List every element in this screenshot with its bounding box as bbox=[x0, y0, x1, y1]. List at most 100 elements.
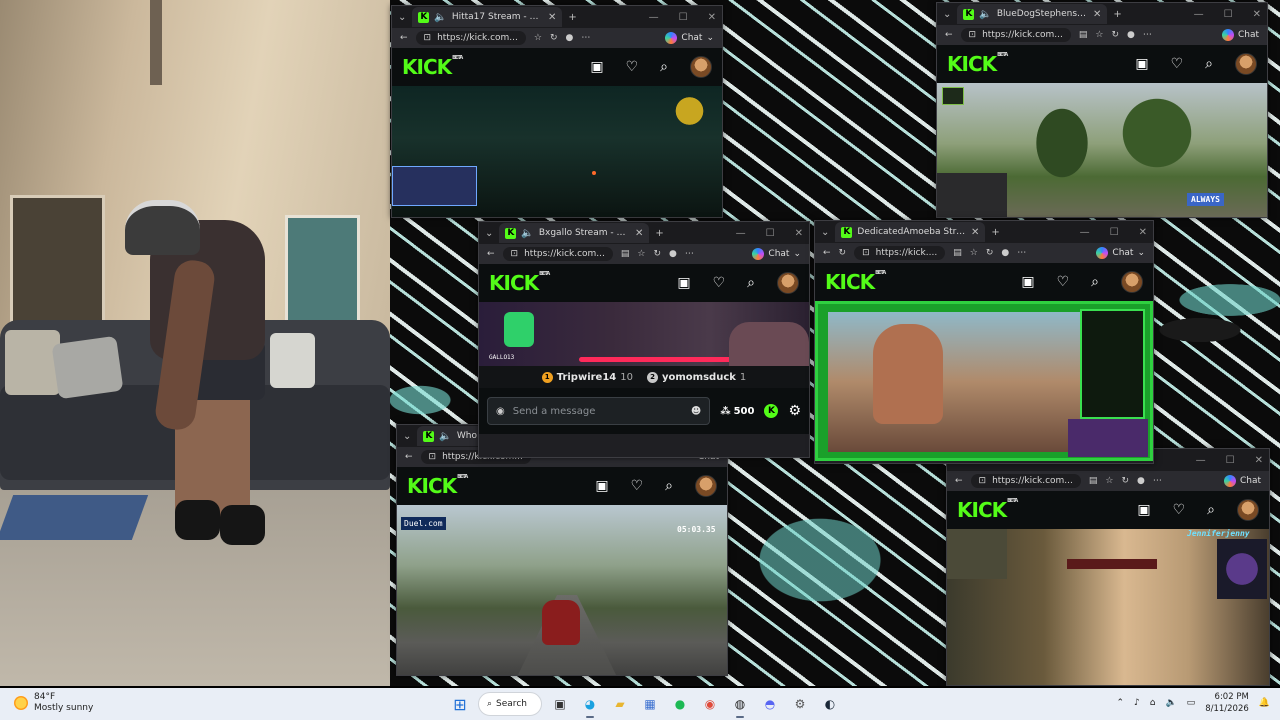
emoji-icon[interactable]: ☻ bbox=[691, 406, 701, 417]
refresh-icon[interactable]: ↻ bbox=[654, 249, 662, 259]
weather-widget[interactable]: 84°F Mostly sunny bbox=[14, 692, 93, 714]
steam-icon[interactable]: ◐ bbox=[818, 692, 842, 716]
copilot-chat-button[interactable]: Chat bbox=[1223, 475, 1261, 487]
speaker-icon[interactable]: 🔈 bbox=[434, 12, 446, 23]
tab-dedicatedamoeba[interactable]: K DedicatedAmoeba Stream - W ✕ bbox=[835, 222, 986, 242]
clock[interactable]: 6:02 PM 8/11/2026 bbox=[1205, 691, 1249, 715]
profile-icon[interactable]: ● bbox=[669, 249, 677, 259]
stream-video[interactable]: GALLO13 bbox=[479, 302, 809, 366]
close-window-icon[interactable]: ✕ bbox=[1253, 9, 1261, 20]
browser-window-bluedogstephens[interactable]: ⌄ K 🔈 BlueDogStephens Stream - W ✕ + — ☐ ✕… bbox=[936, 2, 1268, 218]
profile-icon[interactable]: ● bbox=[1127, 30, 1135, 40]
tab-list-icon[interactable]: ⌄ bbox=[943, 9, 951, 20]
speaker-icon[interactable]: 🔈 bbox=[521, 228, 533, 239]
stream-video[interactable]: ALWAYS bbox=[937, 83, 1267, 217]
browse-icon[interactable]: ▣ bbox=[1021, 274, 1034, 290]
file-explorer-icon[interactable]: ▰ bbox=[608, 692, 632, 716]
edge-icon[interactable]: ◕ bbox=[578, 692, 602, 718]
chevron-down-icon[interactable]: ⌄ bbox=[793, 249, 801, 259]
close-window-icon[interactable]: ✕ bbox=[1139, 227, 1147, 238]
new-tab-icon[interactable]: + bbox=[991, 227, 999, 238]
new-tab-icon[interactable]: + bbox=[655, 228, 663, 239]
more-icon[interactable]: ⋯ bbox=[581, 33, 590, 43]
heart-icon[interactable]: ♡ bbox=[1173, 502, 1186, 518]
stream-video[interactable] bbox=[392, 86, 722, 217]
chat-message-input[interactable]: ◉ Send a message ☻ bbox=[487, 397, 711, 425]
address-bar[interactable]: ⊡ https://kick.... bbox=[854, 246, 946, 260]
reading-view-icon[interactable]: ▤ bbox=[953, 248, 962, 258]
network-icon[interactable]: ⌂ bbox=[1150, 698, 1156, 708]
windows-start-icon[interactable]: ⊞ bbox=[448, 692, 472, 716]
profile-icon[interactable]: ● bbox=[566, 33, 574, 43]
more-icon[interactable]: ⋯ bbox=[1153, 476, 1162, 486]
profile-icon[interactable]: ● bbox=[1137, 476, 1145, 486]
kick-points-icon[interactable]: K bbox=[764, 404, 779, 418]
browser-window-who[interactable]: ⌄ K 🔈 Who ← ⊡https://kick.com... Chat KI… bbox=[396, 424, 728, 676]
tab-bluedogstephens[interactable]: K 🔈 BlueDogStephens Stream - W ✕ bbox=[957, 4, 1108, 24]
tab-list-icon[interactable]: ⌄ bbox=[403, 431, 411, 442]
close-tab-icon[interactable]: ✕ bbox=[1093, 9, 1101, 20]
browser-window-dedicatedamoeba[interactable]: ⌄ K DedicatedAmoeba Stream - W ✕ + — ☐ ✕ ←… bbox=[814, 220, 1154, 464]
search-icon[interactable]: ⌕ bbox=[1207, 502, 1215, 518]
avatar[interactable] bbox=[695, 475, 717, 497]
new-tab-icon[interactable]: + bbox=[1113, 9, 1121, 20]
browse-icon[interactable]: ▣ bbox=[1137, 502, 1150, 518]
stream-video[interactable]: Jenniferjenny bbox=[947, 529, 1269, 685]
copilot-chat-button[interactable]: Chat bbox=[1221, 29, 1259, 41]
chevron-down-icon[interactable]: ⌄ bbox=[706, 33, 714, 43]
close-tab-icon[interactable]: ✕ bbox=[971, 227, 979, 238]
settings-icon[interactable]: ⚙ bbox=[788, 692, 812, 716]
minimize-icon[interactable]: — bbox=[1196, 455, 1206, 466]
browse-icon[interactable]: ▣ bbox=[590, 59, 603, 75]
microphone-icon[interactable]: ♪ bbox=[1134, 698, 1140, 708]
maximize-icon[interactable]: ☐ bbox=[1110, 227, 1119, 238]
star-icon[interactable]: ☆ bbox=[534, 33, 542, 43]
notifications-icon[interactable]: 🔔 bbox=[1259, 698, 1270, 708]
browse-icon[interactable]: ▣ bbox=[677, 275, 690, 291]
tab-hitta17[interactable]: K 🔈 Hitta17 Stream - Watch Live o ✕ bbox=[412, 7, 563, 27]
tab-list-icon[interactable]: ⌄ bbox=[485, 228, 493, 239]
avatar[interactable] bbox=[1237, 499, 1259, 521]
task-view-icon[interactable]: ▣ bbox=[548, 692, 572, 716]
more-icon[interactable]: ⋯ bbox=[685, 249, 694, 259]
stream-video[interactable] bbox=[815, 301, 1153, 461]
search-icon[interactable]: ⌕ bbox=[1205, 56, 1213, 72]
back-icon[interactable]: ← bbox=[487, 249, 495, 259]
more-icon[interactable]: ⋯ bbox=[1017, 248, 1026, 258]
browser-window-bxgallo[interactable]: ⌄ K 🔈 Bxgallo Stream - Watch Live o ✕ + … bbox=[478, 221, 810, 458]
chevron-up-icon[interactable]: ⌃ bbox=[1116, 698, 1124, 708]
minimize-icon[interactable]: — bbox=[649, 12, 659, 23]
minimize-icon[interactable]: — bbox=[1194, 9, 1204, 20]
tab-list-icon[interactable]: ⌄ bbox=[398, 12, 406, 23]
heart-icon[interactable]: ♡ bbox=[713, 275, 726, 291]
browse-icon[interactable]: ▣ bbox=[1135, 56, 1148, 72]
tab-bxgallo[interactable]: K 🔈 Bxgallo Stream - Watch Live o ✕ bbox=[499, 223, 650, 243]
address-bar[interactable]: ⊡https://kick.com... bbox=[502, 247, 613, 261]
refresh-icon[interactable]: ↻ bbox=[550, 33, 558, 43]
kick-logo[interactable]: KICKBETA bbox=[957, 498, 1018, 522]
maximize-icon[interactable]: ☐ bbox=[766, 228, 775, 239]
reading-view-icon[interactable]: ▤ bbox=[621, 249, 630, 259]
leader-name[interactable]: Tripwire14 bbox=[557, 372, 617, 383]
star-icon[interactable]: ☆ bbox=[1105, 476, 1113, 486]
close-tab-icon[interactable]: ✕ bbox=[635, 228, 643, 239]
kick-logo[interactable]: KICKBETA bbox=[825, 270, 886, 294]
settings-gear-icon[interactable]: ⚙ bbox=[788, 403, 801, 419]
close-window-icon[interactable]: ✕ bbox=[795, 228, 803, 239]
back-icon[interactable]: ← bbox=[400, 33, 408, 43]
refresh-icon[interactable]: ↻ bbox=[1112, 30, 1120, 40]
address-bar[interactable]: ⊡https://kick.com... bbox=[970, 474, 1081, 488]
search-icon[interactable]: ⌕ bbox=[665, 478, 673, 494]
avatar[interactable] bbox=[1121, 271, 1143, 293]
minimize-icon[interactable]: — bbox=[1080, 227, 1090, 238]
kick-logo[interactable]: KICKBETA bbox=[407, 474, 468, 498]
reading-view-icon[interactable]: ▤ bbox=[1079, 30, 1088, 40]
taskbar-search[interactable]: ⌕ Search bbox=[478, 692, 542, 716]
search-icon[interactable]: ⌕ bbox=[1091, 274, 1099, 290]
back-icon[interactable]: ← bbox=[955, 476, 963, 486]
address-bar[interactable]: ⊡https://kick.com... bbox=[415, 31, 526, 45]
search-icon[interactable]: ⌕ bbox=[660, 59, 668, 75]
kick-logo[interactable]: KICKBETA bbox=[947, 52, 1008, 76]
chrome-icon[interactable]: ◉ bbox=[698, 692, 722, 716]
copilot-chat-button[interactable]: Chat ⌄ bbox=[1096, 247, 1145, 259]
